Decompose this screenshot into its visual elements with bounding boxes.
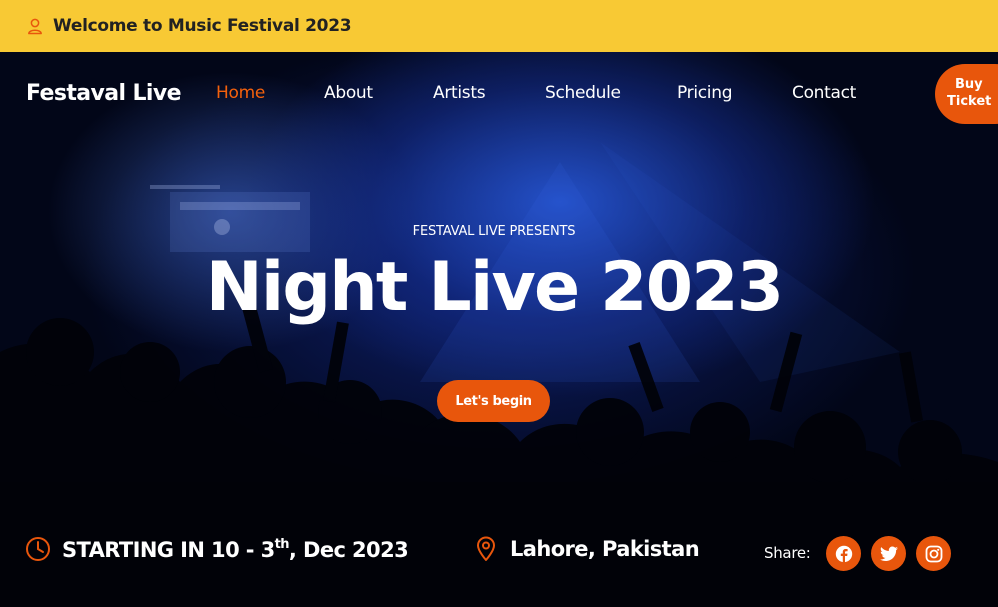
brand-logo[interactable]: Festaval Live: [26, 81, 182, 106]
hero-subtitle: FESTAVAL LIVE PRESENTS: [412, 224, 576, 239]
lets-begin-button[interactable]: Let's begin: [437, 380, 550, 422]
event-location-text: Lahore, Pakistan: [510, 537, 700, 561]
event-date-text: STARTING IN 10 - 3th, Dec 2023: [62, 536, 409, 562]
nav-pricing[interactable]: Pricing: [677, 83, 733, 103]
facebook-icon[interactable]: [826, 536, 861, 571]
event-location: Lahore, Pakistan: [475, 536, 700, 562]
nav-home[interactable]: Home: [216, 83, 265, 103]
share-label: Share:: [764, 544, 811, 562]
nav-contact[interactable]: Contact: [792, 83, 856, 103]
welcome-text: Welcome to Music Festival 2023: [53, 16, 352, 36]
hero-title: Night Live 2023: [205, 248, 784, 327]
nav-artists[interactable]: Artists: [433, 83, 486, 103]
buy-ticket-line2: Ticket: [947, 94, 992, 109]
main-navbar: Festaval Live Home About Artists Schedul…: [0, 52, 998, 136]
date-ordinal: th: [274, 536, 290, 552]
nav-schedule[interactable]: Schedule: [545, 83, 621, 103]
buy-ticket-button[interactable]: Buy Ticket: [935, 64, 998, 124]
twitter-icon[interactable]: [871, 536, 906, 571]
instagram-icon[interactable]: [916, 536, 951, 571]
nav-about[interactable]: About: [324, 83, 373, 103]
buy-ticket-line1: Buy: [955, 77, 983, 92]
welcome-bar: Welcome to Music Festival 2023: [0, 0, 998, 52]
event-date: STARTING IN 10 - 3th, Dec 2023: [25, 536, 409, 562]
clock-icon: [25, 536, 51, 562]
map-pin-icon: [475, 536, 497, 562]
user-icon: [26, 17, 44, 35]
